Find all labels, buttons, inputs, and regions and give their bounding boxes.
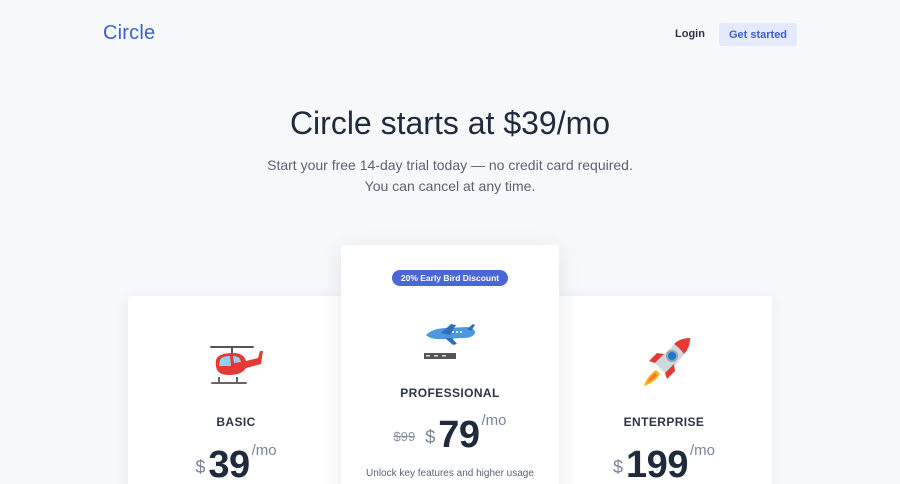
- discount-badge: 20% Early Bird Discount: [392, 270, 508, 286]
- pricing-card-basic[interactable]: BASIC $39/mo: [128, 296, 344, 484]
- logo[interactable]: Circle: [103, 22, 155, 45]
- hero-subtitle-line2: You can cancel at any time.: [364, 178, 536, 194]
- currency-symbol: $: [195, 457, 206, 477]
- old-price: $99: [393, 429, 416, 444]
- airplane-icon: [424, 324, 475, 359]
- plan-name: ENTERPRISE: [623, 415, 705, 429]
- get-started-button[interactable]: Get started: [719, 23, 797, 46]
- price: $99 $79/mo: [341, 412, 559, 457]
- page-title: Circle starts at $39/mo: [289, 105, 611, 141]
- login-link[interactable]: Login: [675, 28, 705, 40]
- plan-description: Unlock key features and higher usage: [366, 468, 534, 479]
- price-amount: 39: [208, 444, 250, 484]
- price-period: /mo: [251, 442, 277, 459]
- price: $199/mo: [556, 442, 772, 484]
- rocket-icon: [644, 337, 692, 386]
- price-amount: 199: [626, 444, 688, 484]
- price-period: /mo: [481, 412, 507, 429]
- pricing-card-enterprise[interactable]: ENTERPRISE $199/mo: [556, 296, 772, 484]
- plan-name: PROFESSIONAL: [400, 386, 500, 400]
- pricing-card-professional[interactable]: 20% Early Bird Discount PROFESSIONAL $99…: [341, 245, 559, 484]
- price: $39/mo: [128, 442, 344, 484]
- price-period: /mo: [689, 442, 715, 459]
- hero-subtitle: Start your free 14-day trial today — no …: [0, 155, 900, 197]
- hero-subtitle-line1: Start your free 14-day trial today — no …: [267, 157, 633, 173]
- plan-name: BASIC: [216, 415, 256, 429]
- helicopter-icon: [210, 346, 263, 384]
- price-amount: 79: [438, 414, 480, 456]
- currency-symbol: $: [425, 427, 436, 447]
- currency-symbol: $: [613, 457, 624, 477]
